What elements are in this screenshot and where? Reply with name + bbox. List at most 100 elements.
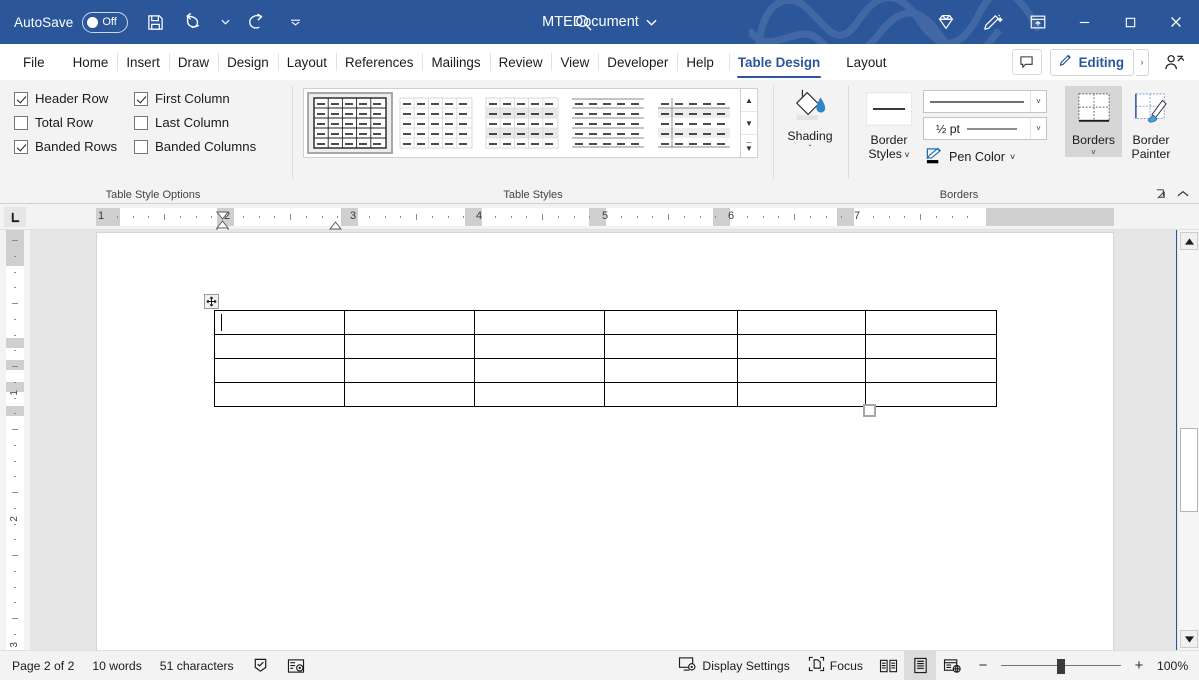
line-weight-chevron-down-icon[interactable]: ˅ bbox=[1030, 118, 1046, 139]
table-style-thumb-lines-only[interactable] bbox=[565, 92, 651, 154]
borders-chevron-down-icon[interactable]: ˅ bbox=[1091, 149, 1096, 157]
vertical-ruler[interactable]: 123 bbox=[0, 230, 30, 650]
border-styles-chevron-down-icon[interactable]: ˅ bbox=[902, 150, 910, 160]
checkbox-banded-rows[interactable]: Banded Rows bbox=[14, 139, 134, 154]
tab-mailings[interactable]: Mailings bbox=[422, 44, 489, 80]
zoom-in-button[interactable]: + bbox=[1130, 655, 1148, 677]
table-cell[interactable] bbox=[345, 335, 475, 359]
borders-button[interactable]: Borders ˅ bbox=[1065, 86, 1122, 157]
focus-button[interactable]: Focus bbox=[799, 651, 872, 680]
redo-icon[interactable] bbox=[238, 5, 276, 39]
document-canvas[interactable] bbox=[30, 230, 1177, 650]
editing-mode-more-chevron-icon[interactable]: › bbox=[1136, 49, 1149, 76]
table-row[interactable] bbox=[215, 311, 997, 335]
table-cell[interactable] bbox=[605, 335, 738, 359]
tab-insert[interactable]: Insert bbox=[117, 44, 169, 80]
table-cell[interactable] bbox=[345, 311, 475, 335]
table-cell[interactable] bbox=[738, 359, 866, 383]
scroll-up-arrow-icon[interactable] bbox=[1180, 232, 1198, 250]
table-cell[interactable] bbox=[738, 335, 866, 359]
table-cell[interactable] bbox=[866, 359, 997, 383]
gallery-more-icon[interactable]: ─ ▼ bbox=[741, 135, 757, 157]
checkbox-first-column-box[interactable] bbox=[134, 92, 148, 106]
ribbon-display-options-icon[interactable] bbox=[1015, 0, 1061, 44]
tab-table-layout[interactable]: Layout bbox=[837, 44, 895, 80]
vertical-scrollbar[interactable] bbox=[1177, 230, 1199, 650]
tab-draw[interactable]: Draw bbox=[169, 44, 218, 80]
read-mode-icon[interactable] bbox=[872, 651, 904, 680]
tab-developer[interactable]: Developer bbox=[598, 44, 677, 80]
tab-review[interactable]: Review bbox=[490, 44, 552, 80]
table-cell[interactable] bbox=[866, 335, 997, 359]
table-cell[interactable] bbox=[215, 359, 345, 383]
table-cell[interactable] bbox=[605, 311, 738, 335]
print-layout-icon[interactable] bbox=[904, 651, 936, 680]
table-cell[interactable] bbox=[866, 383, 997, 407]
page-status[interactable]: Page 2 of 2 bbox=[0, 651, 83, 680]
table-row[interactable] bbox=[215, 335, 997, 359]
line-weight-combobox[interactable]: ½ pt ˅ bbox=[923, 117, 1047, 140]
table-style-thumb-grid-banded[interactable] bbox=[479, 92, 565, 154]
scrollbar-thumb[interactable] bbox=[1180, 428, 1198, 512]
table-cell[interactable] bbox=[215, 311, 345, 335]
undo-icon[interactable] bbox=[174, 5, 212, 39]
horizontal-ruler-track[interactable]: 1234567 bbox=[96, 208, 1114, 226]
table-resize-handle-icon[interactable] bbox=[863, 404, 876, 417]
tab-file[interactable]: File bbox=[14, 44, 54, 80]
table-style-thumb-plain-grid[interactable] bbox=[307, 92, 393, 154]
table-row[interactable] bbox=[215, 383, 997, 407]
checkbox-last-column-box[interactable] bbox=[134, 116, 148, 130]
table-cell[interactable] bbox=[475, 311, 605, 335]
table-cell[interactable] bbox=[475, 359, 605, 383]
table-cell[interactable] bbox=[215, 383, 345, 407]
table-cell[interactable] bbox=[605, 383, 738, 407]
left-tab-stop-icon[interactable] bbox=[4, 207, 26, 227]
table-cell[interactable] bbox=[475, 383, 605, 407]
checkbox-banded-rows-box[interactable] bbox=[14, 140, 28, 154]
table-style-thumb-grid-light[interactable] bbox=[393, 92, 479, 154]
table-cell[interactable] bbox=[738, 383, 866, 407]
proofing-check-icon[interactable] bbox=[243, 651, 278, 680]
zoom-slider[interactable] bbox=[1001, 655, 1121, 677]
display-settings-button[interactable]: Display Settings bbox=[669, 651, 798, 680]
tab-help[interactable]: Help bbox=[677, 44, 723, 80]
accessibility-icon[interactable] bbox=[278, 651, 314, 680]
zoom-level-label[interactable]: 100% bbox=[1157, 659, 1199, 673]
search-icon[interactable] bbox=[555, 0, 611, 44]
table-move-handle-icon[interactable] bbox=[204, 294, 219, 309]
table-cell[interactable] bbox=[345, 359, 475, 383]
tab-view[interactable]: View bbox=[551, 44, 598, 80]
comment-icon[interactable] bbox=[1012, 49, 1042, 75]
word-count[interactable]: 10 words bbox=[83, 651, 150, 680]
checkbox-total-row-box[interactable] bbox=[14, 116, 28, 130]
web-layout-icon[interactable] bbox=[936, 651, 968, 680]
collapse-ribbon-caret-icon[interactable] bbox=[1173, 186, 1193, 202]
tab-references[interactable]: References bbox=[336, 44, 422, 80]
table-cell[interactable] bbox=[475, 335, 605, 359]
checkbox-first-column[interactable]: First Column bbox=[134, 91, 264, 106]
checkbox-banded-columns-box[interactable] bbox=[134, 140, 148, 154]
undo-dropdown-chevron-down-icon[interactable] bbox=[212, 5, 238, 39]
table-row[interactable] bbox=[215, 359, 997, 383]
share-person-icon[interactable] bbox=[1155, 48, 1193, 76]
maximize-icon[interactable] bbox=[1107, 0, 1153, 44]
table-style-thumb-banded-first-column[interactable] bbox=[651, 92, 737, 154]
shading-button[interactable]: Shading ˇ bbox=[774, 80, 846, 153]
table-cell[interactable] bbox=[866, 311, 997, 335]
customize-quick-access-toolbar-icon[interactable] bbox=[282, 5, 308, 39]
border-styles-button[interactable]: Border Styles ˅ bbox=[855, 86, 923, 162]
tab-design[interactable]: Design bbox=[218, 44, 278, 80]
autosave-toggle[interactable]: Off bbox=[82, 12, 128, 33]
shading-chevron-down-icon[interactable]: ˇ bbox=[809, 145, 812, 153]
gallery-scroll-up-icon[interactable]: ▲ bbox=[741, 89, 757, 112]
pen-color-chevron-down-icon[interactable]: ˅ bbox=[1010, 152, 1015, 162]
table-cell[interactable] bbox=[215, 335, 345, 359]
vertical-ruler-track[interactable]: 123 bbox=[6, 230, 24, 650]
zoom-out-button[interactable]: − bbox=[974, 655, 992, 677]
pen-color-button[interactable]: Pen Color ˅ bbox=[923, 144, 1047, 170]
document-table[interactable] bbox=[214, 310, 997, 407]
character-count[interactable]: 51 characters bbox=[151, 651, 243, 680]
editing-mode-button[interactable]: Editing bbox=[1050, 49, 1134, 76]
checkbox-last-column[interactable]: Last Column bbox=[134, 115, 264, 130]
designer-pen-icon[interactable] bbox=[969, 0, 1015, 44]
